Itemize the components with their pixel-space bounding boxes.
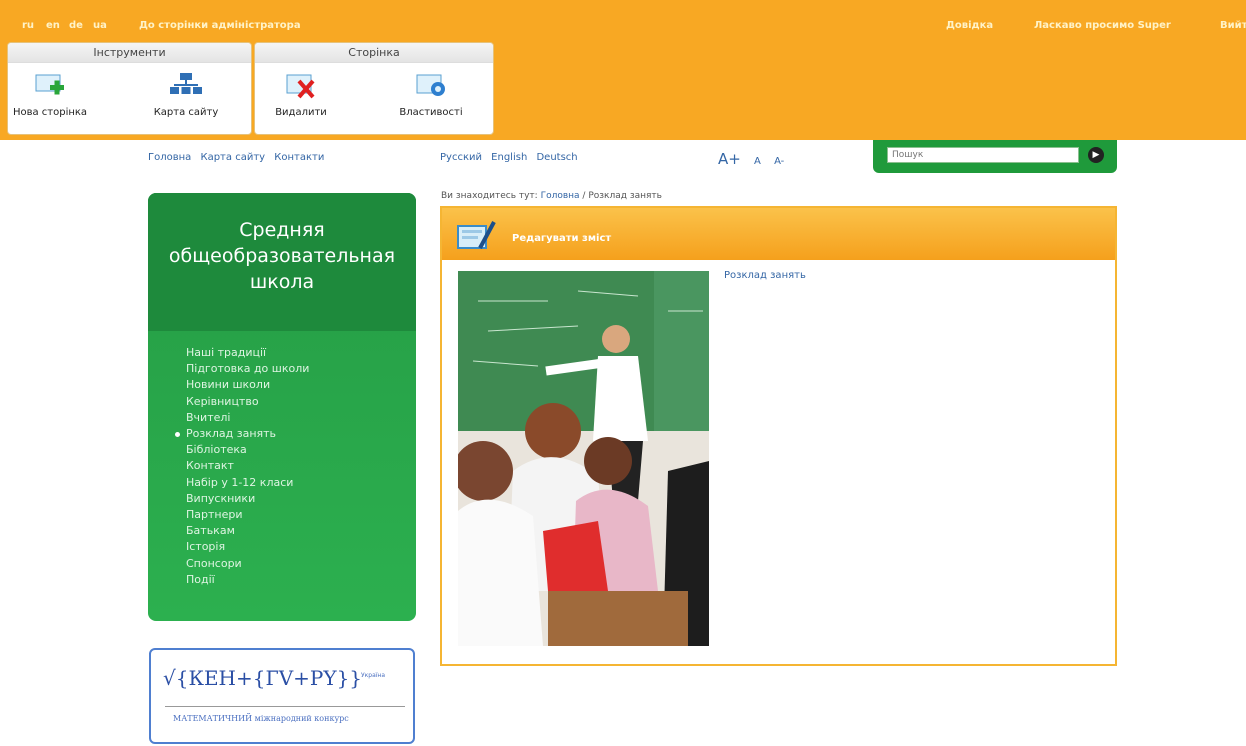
school-title-line2: общеобразовательная bbox=[168, 245, 396, 267]
delete-page-icon bbox=[283, 71, 319, 101]
admin-page-link[interactable]: До сторінки адміністратора bbox=[139, 20, 301, 31]
sidebar-item-graduates[interactable]: Випускники bbox=[186, 491, 309, 507]
tools-panel-title: Інструменти bbox=[8, 43, 251, 63]
properties-button[interactable]: Властивості bbox=[391, 71, 471, 118]
tools-panel: Інструменти Нова сторінка Карта сайту bbox=[7, 42, 252, 135]
school-title: Средняя общеобразовательная школа bbox=[148, 193, 416, 331]
banner-tag: Україна bbox=[361, 672, 386, 679]
new-page-button[interactable]: Нова сторінка bbox=[10, 71, 90, 118]
sidebar-item-contact[interactable]: Контакт bbox=[186, 458, 309, 474]
sidebar-item-events[interactable]: Події bbox=[186, 572, 309, 588]
sidebar-item-parents[interactable]: Батькам bbox=[186, 523, 309, 539]
language-switcher: Русский English Deutsch bbox=[440, 152, 584, 163]
breadcrumb: Ви знаходитесь тут: Головна / Розклад за… bbox=[441, 191, 662, 201]
sidebar-item-news[interactable]: Новини школи bbox=[186, 377, 309, 393]
sidebar-item-sponsors[interactable]: Спонсори bbox=[186, 556, 309, 572]
properties-label: Властивості bbox=[399, 107, 463, 118]
sitemap-button[interactable]: Карта сайту bbox=[146, 71, 226, 118]
sidebar-menu: Наші традиції Підготовка до школи Новини… bbox=[174, 345, 309, 588]
sidebar-item-history[interactable]: Історія bbox=[186, 539, 309, 555]
sidebar-item-enrollment[interactable]: Набір у 1-12 класи bbox=[186, 475, 309, 491]
new-page-icon bbox=[32, 71, 68, 101]
schedule-link[interactable]: Розклад занять bbox=[724, 270, 806, 281]
classroom-photo bbox=[458, 271, 709, 646]
sidebar-item-teachers[interactable]: Вчителі bbox=[186, 410, 309, 426]
sitemap-label: Карта сайту bbox=[153, 107, 219, 118]
lang-english-link[interactable]: English bbox=[491, 152, 527, 163]
font-increase-button[interactable]: A+ bbox=[718, 150, 741, 168]
delete-page-button[interactable]: Видалити bbox=[261, 71, 341, 118]
sidebar-item-traditions[interactable]: Наші традиції bbox=[186, 345, 309, 361]
logout-link[interactable]: Вийти bbox=[1220, 20, 1246, 31]
lang-de-link[interactable]: de bbox=[69, 20, 83, 31]
lang-russian-link[interactable]: Русский bbox=[440, 152, 482, 163]
sidebar-item-management[interactable]: Керівництво bbox=[186, 394, 309, 410]
edit-content-icon[interactable] bbox=[456, 220, 496, 252]
content-box: Редагувати зміст Розклад занять bbox=[440, 206, 1117, 666]
breadcrumb-prefix: Ви знаходитесь тут: bbox=[441, 191, 541, 201]
lang-ru-link[interactable]: ru bbox=[22, 20, 34, 31]
search-go-icon[interactable]: ▶ bbox=[1088, 147, 1104, 163]
font-decrease-button[interactable]: A- bbox=[774, 156, 784, 167]
breadcrumb-current: Розклад занять bbox=[588, 191, 662, 201]
new-page-label: Нова сторінка bbox=[12, 107, 88, 118]
school-title-line3: школа bbox=[249, 271, 315, 293]
page-panel: Сторінка Видалити Властивості bbox=[254, 42, 494, 135]
math-contest-banner[interactable]: √{КЕН+{ГV+РY}} Україна МАТЕМАТИЧНИЙ міжн… bbox=[149, 648, 415, 744]
site-top-nav: Головна Карта сайту Контакти bbox=[148, 152, 330, 163]
banner-caption: МАТЕМАТИЧНИЙ міжнародний конкурс bbox=[173, 714, 349, 723]
school-title-line1: Средняя bbox=[239, 219, 325, 241]
search-input[interactable] bbox=[887, 147, 1079, 163]
sidebar-item-schedule[interactable]: Розклад занять bbox=[174, 426, 309, 442]
help-link[interactable]: Довідка bbox=[946, 20, 993, 31]
welcome-user-link[interactable]: Ласкаво просимо Super bbox=[1034, 20, 1171, 31]
banner-divider bbox=[165, 706, 405, 707]
nav-contacts-link[interactable]: Контакти bbox=[274, 152, 324, 163]
properties-gear-icon bbox=[413, 71, 449, 101]
lang-ua-link[interactable]: ua bbox=[93, 20, 107, 31]
admin-toolbar: ru en de ua До сторінки адміністратора Д… bbox=[0, 0, 1246, 140]
content-header: Редагувати зміст bbox=[442, 208, 1115, 260]
sitemap-icon bbox=[168, 71, 204, 101]
banner-formula: √{КЕН+{ГV+РY}} bbox=[163, 666, 363, 690]
admin-top-row: ru en de ua До сторінки адміністратора Д… bbox=[0, 0, 1246, 40]
sidebar-item-preparation[interactable]: Підготовка до школи bbox=[186, 361, 309, 377]
sidebar-item-partners[interactable]: Партнери bbox=[186, 507, 309, 523]
page-panel-title: Сторінка bbox=[255, 43, 493, 63]
nav-home-link[interactable]: Головна bbox=[148, 152, 191, 163]
font-size-controls: A+ A A- bbox=[718, 150, 794, 168]
sidebar: Средняя общеобразовательная школа Наші т… bbox=[148, 193, 416, 621]
nav-sitemap-link[interactable]: Карта сайту bbox=[200, 152, 265, 163]
search-box: ▶ bbox=[873, 140, 1117, 173]
sidebar-item-library[interactable]: Бібліотека bbox=[186, 442, 309, 458]
delete-page-label: Видалити bbox=[275, 107, 327, 118]
breadcrumb-home-link[interactable]: Головна bbox=[541, 191, 580, 201]
font-normal-button[interactable]: A bbox=[754, 156, 761, 167]
lang-deutsch-link[interactable]: Deutsch bbox=[536, 152, 577, 163]
lang-en-link[interactable]: en bbox=[46, 20, 60, 31]
edit-content-label[interactable]: Редагувати зміст bbox=[512, 233, 611, 244]
